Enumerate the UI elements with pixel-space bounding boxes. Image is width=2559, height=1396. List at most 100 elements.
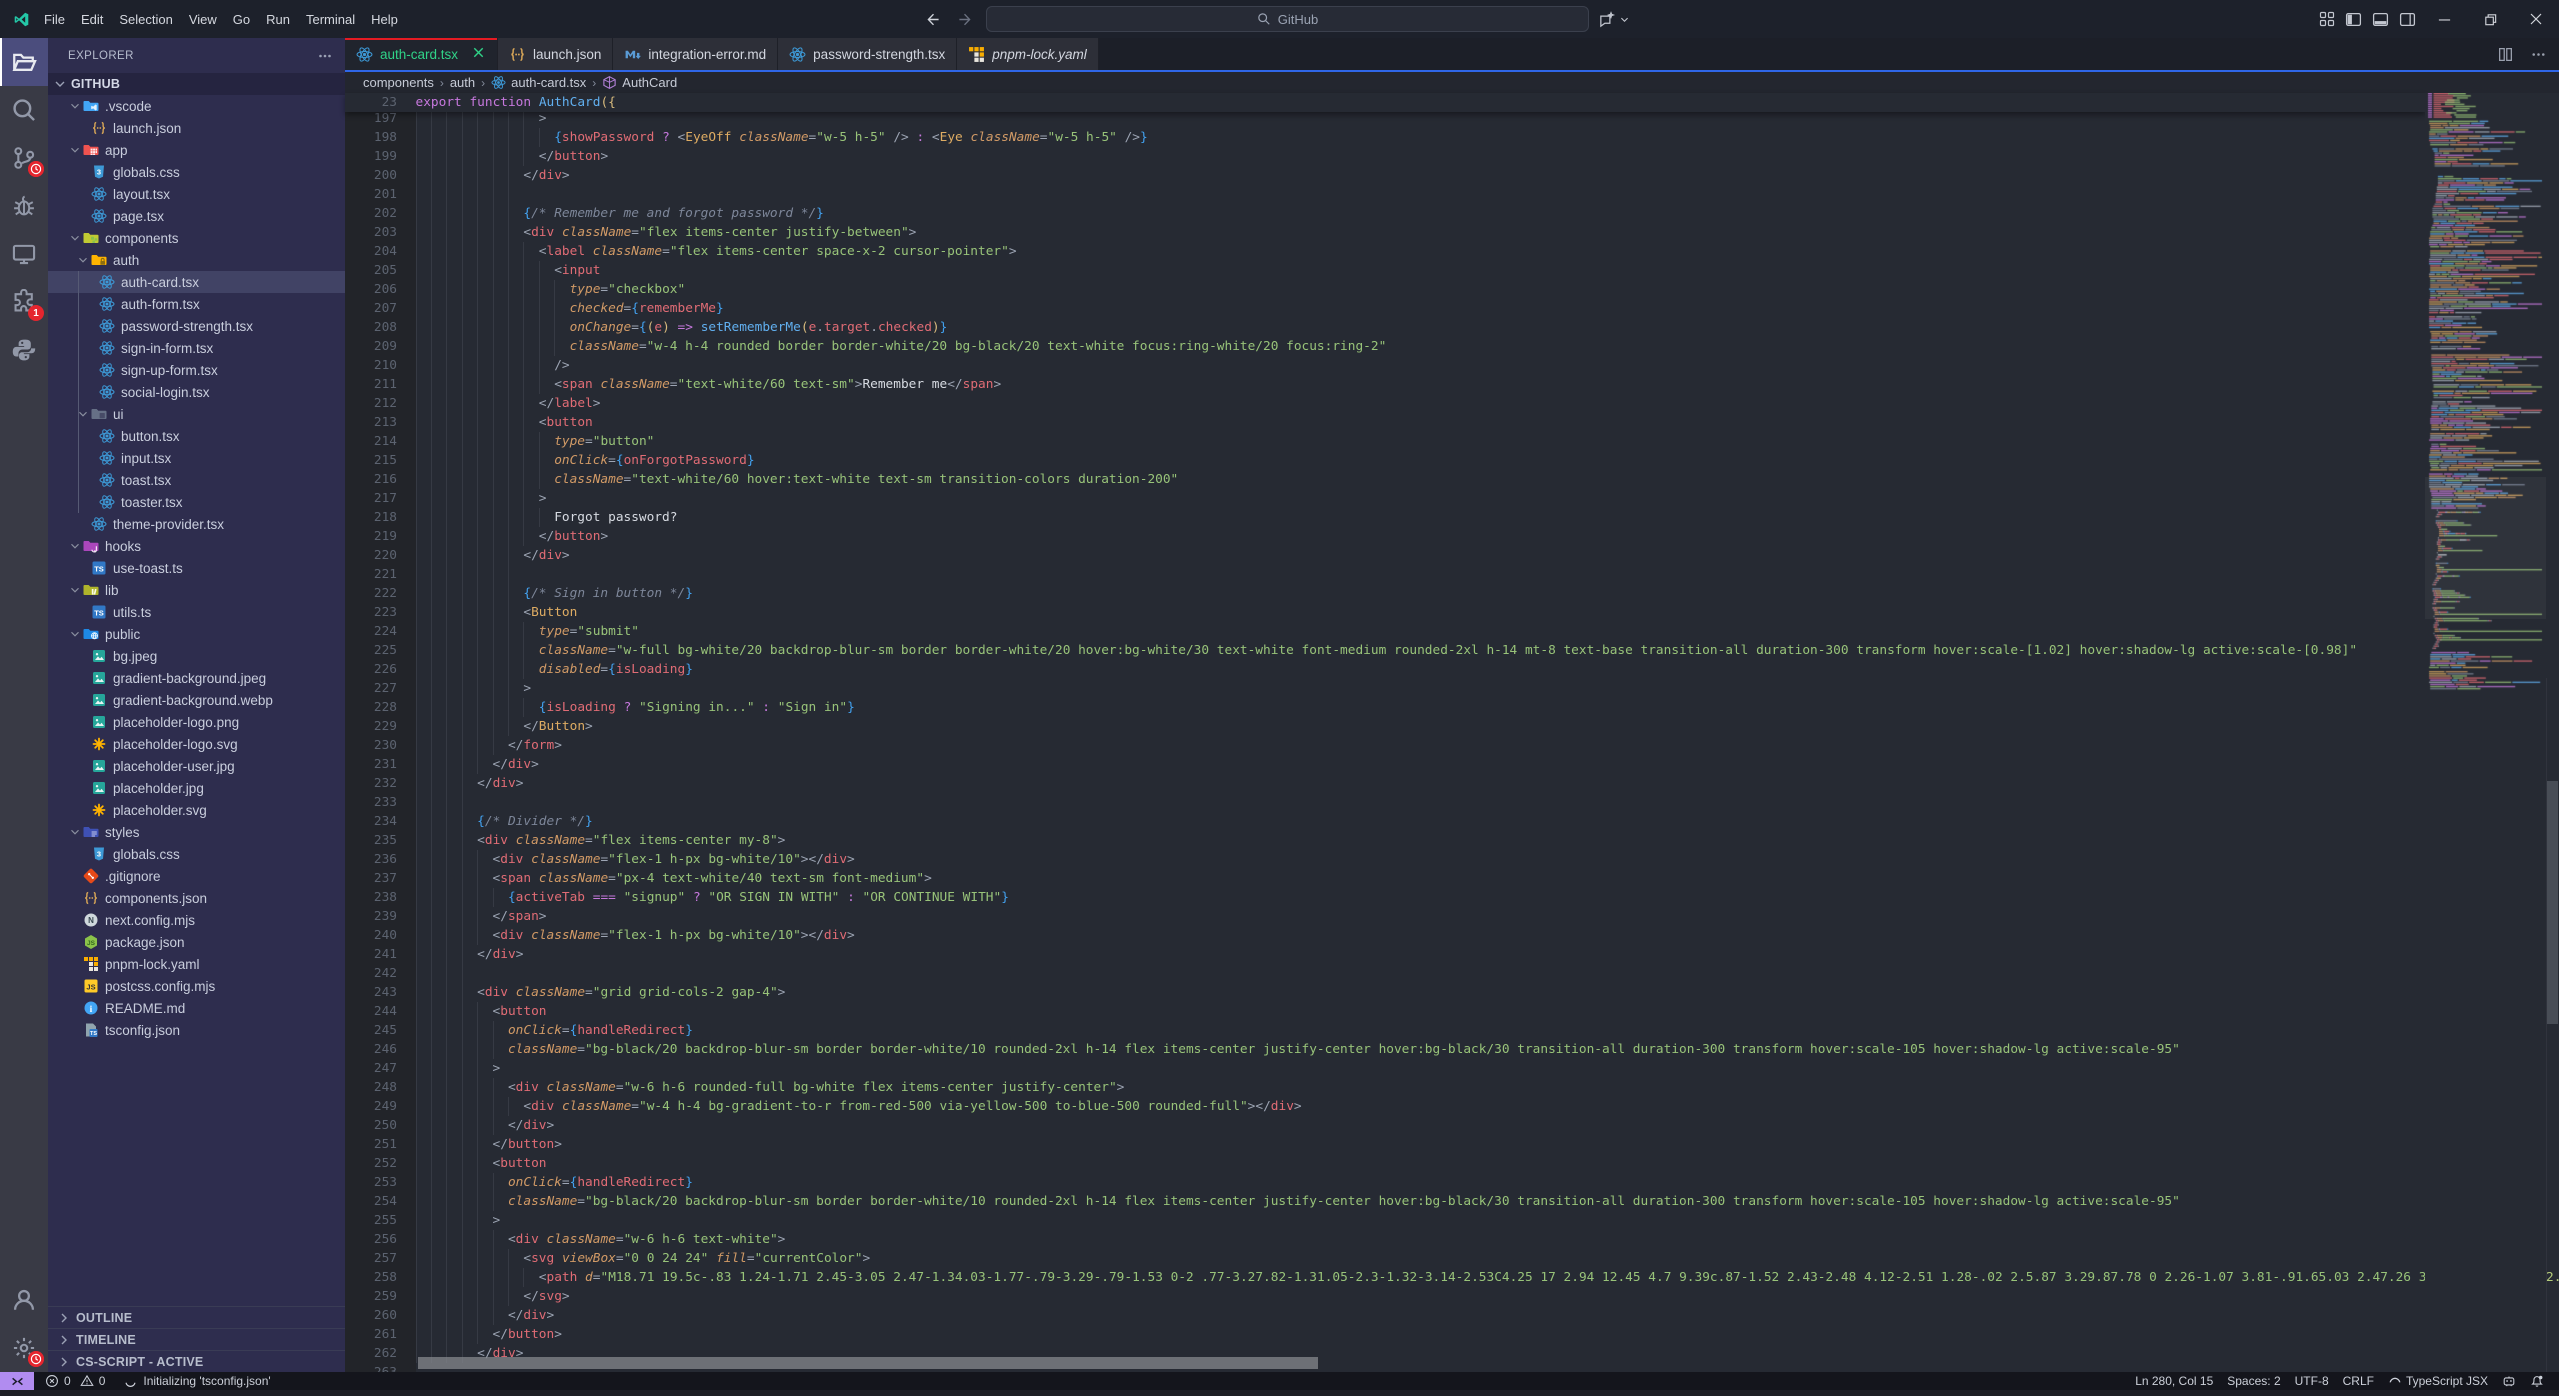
- toggle-sidebar-left-icon[interactable]: [2340, 0, 2367, 38]
- tree-item-button.tsx[interactable]: button.tsx: [48, 425, 345, 447]
- tree-item-layout.tsx[interactable]: layout.tsx: [48, 183, 345, 205]
- tree-item-lib[interactable]: lib: [48, 579, 345, 601]
- tree-item-placeholder-logo.svg[interactable]: placeholder-logo.svg: [48, 733, 345, 755]
- tree-item-readme.md[interactable]: iREADME.md: [48, 997, 345, 1019]
- tree-item-globals.css[interactable]: 3globals.css: [48, 843, 345, 865]
- breadcrumb-item-components[interactable]: components: [363, 75, 434, 90]
- sidebar-section-cs-script-active[interactable]: CS-SCRIPT - ACTIVE: [48, 1350, 345, 1372]
- tree-item-auth-card.tsx[interactable]: auth-card.tsx: [48, 271, 345, 293]
- nav-forward-icon[interactable]: [956, 11, 973, 28]
- breadcrumb-item-auth[interactable]: auth: [450, 75, 475, 90]
- tree-item-gradient-background.jpeg[interactable]: gradient-background.jpeg: [48, 667, 345, 689]
- nav-back-icon[interactable]: [925, 11, 942, 28]
- editor-more-actions-icon[interactable]: [2530, 46, 2547, 63]
- status-crlf[interactable]: CRLF: [2336, 1374, 2381, 1388]
- tree-item-hooks[interactable]: hooks: [48, 535, 345, 557]
- tree-item-toast.tsx[interactable]: toast.tsx: [48, 469, 345, 491]
- activity-item-explorer[interactable]: [0, 38, 48, 86]
- menu-go[interactable]: Go: [225, 0, 258, 38]
- tree-item-package.json[interactable]: JSpackage.json: [48, 931, 345, 953]
- menu-terminal[interactable]: Terminal: [298, 0, 363, 38]
- tree-item-launch.json[interactable]: launch.json: [48, 117, 345, 139]
- tree-item-globals.css[interactable]: 3globals.css: [48, 161, 345, 183]
- tree-item-auth-form.tsx[interactable]: auth-form.tsx: [48, 293, 345, 315]
- menu-selection[interactable]: Selection: [111, 0, 180, 38]
- tree-item-sign-in-form.tsx[interactable]: sign-in-form.tsx: [48, 337, 345, 359]
- menu-file[interactable]: File: [36, 0, 73, 38]
- status-bell-dot[interactable]: [2523, 1374, 2551, 1388]
- sidebar-section-timeline[interactable]: TIMELINE: [48, 1328, 345, 1350]
- tree-item-toaster.tsx[interactable]: toaster.tsx: [48, 491, 345, 513]
- activity-item-python[interactable]: [0, 326, 48, 374]
- tree-item-input.tsx[interactable]: input.tsx: [48, 447, 345, 469]
- activity-item-extensions[interactable]: 1: [0, 278, 48, 326]
- tree-item-public[interactable]: public: [48, 623, 345, 645]
- activity-item-search[interactable]: [0, 86, 48, 134]
- menu-help[interactable]: Help: [363, 0, 406, 38]
- tab-pnpm-lock.yaml[interactable]: pnpm-lock.yaml: [957, 38, 1099, 70]
- close-tab-icon[interactable]: [471, 45, 486, 63]
- status-ln-280-col-15[interactable]: Ln 280, Col 15: [2128, 1374, 2220, 1388]
- window-restore-button[interactable]: [2467, 0, 2513, 38]
- activity-item-accounts[interactable]: [0, 1276, 48, 1324]
- breadcrumb-item-auth-card.tsx[interactable]: auth-card.tsx: [491, 75, 586, 90]
- tab-password-strength.tsx[interactable]: password-strength.tsx: [778, 38, 957, 70]
- tree-item-gradient-background.webp[interactable]: gradient-background.webp: [48, 689, 345, 711]
- activity-item-remote-explorer[interactable]: [0, 230, 48, 278]
- status-utf-8[interactable]: UTF-8: [2288, 1374, 2336, 1388]
- tree-item-placeholder.svg[interactable]: placeholder.svg: [48, 799, 345, 821]
- command-center-search[interactable]: GitHub: [986, 6, 1589, 32]
- layout-grid-icon[interactable]: [2313, 0, 2340, 38]
- tree-item-page.tsx[interactable]: page.tsx: [48, 205, 345, 227]
- remote-indicator[interactable]: [0, 1372, 34, 1390]
- tree-item-sign-up-form.tsx[interactable]: sign-up-form.tsx: [48, 359, 345, 381]
- minimap-slider[interactable]: [2425, 477, 2546, 619]
- tree-item-app[interactable]: app: [48, 139, 345, 161]
- sidebar-section-outline[interactable]: OUTLINE: [48, 1306, 345, 1328]
- status-robot[interactable]: [2495, 1374, 2523, 1388]
- problems-indicator[interactable]: 0 0: [34, 1372, 112, 1390]
- tree-item-auth[interactable]: auth: [48, 249, 345, 271]
- tree-item-placeholder-user.jpg[interactable]: placeholder-user.jpg: [48, 755, 345, 777]
- breadcrumb-item-authcard[interactable]: AuthCard: [602, 75, 677, 90]
- tree-item-postcss.config.mjs[interactable]: JSpostcss.config.mjs: [48, 975, 345, 997]
- menu-edit[interactable]: Edit: [73, 0, 111, 38]
- tree-item-utils.ts[interactable]: TSutils.ts: [48, 601, 345, 623]
- activity-item-source-control[interactable]: [0, 134, 48, 182]
- tree-item-social-login.tsx[interactable]: social-login.tsx: [48, 381, 345, 403]
- more-actions-icon[interactable]: [317, 48, 333, 64]
- status-typescript-jsx[interactable]: TypeScript JSX: [2381, 1374, 2495, 1388]
- tree-item-components.json[interactable]: components.json: [48, 887, 345, 909]
- activity-item-settings[interactable]: [0, 1324, 48, 1372]
- window-close-button[interactable]: [2513, 0, 2559, 38]
- status-spaces-2[interactable]: Spaces: 2: [2220, 1374, 2287, 1388]
- tree-item-next.config.mjs[interactable]: Nnext.config.mjs: [48, 909, 345, 931]
- tree-item-styles[interactable]: styles: [48, 821, 345, 843]
- tree-item-placeholder-logo.png[interactable]: placeholder-logo.png: [48, 711, 345, 733]
- horizontal-scrollbar[interactable]: [418, 1357, 1318, 1369]
- tree-item-components[interactable]: components: [48, 227, 345, 249]
- sticky-scroll-line[interactable]: 23export function AuthCard({: [345, 93, 2425, 112]
- tree-item-use-toast.ts[interactable]: TSuse-toast.ts: [48, 557, 345, 579]
- tree-item-ui[interactable]: ui: [48, 403, 345, 425]
- tree-item-bg.jpeg[interactable]: bg.jpeg: [48, 645, 345, 667]
- vertical-scrollbar[interactable]: [2547, 781, 2558, 1024]
- tree-item-theme-provider.tsx[interactable]: theme-provider.tsx: [48, 513, 345, 535]
- split-editor-icon[interactable]: [2497, 46, 2514, 63]
- toggle-sidebar-right-icon[interactable]: [2394, 0, 2421, 38]
- code-viewport[interactable]: 197 >198 {showPassword ? <EyeOff classNa…: [345, 93, 2425, 1372]
- tree-item-password-strength.tsx[interactable]: password-strength.tsx: [48, 315, 345, 337]
- tree-item-tsconfig.json[interactable]: TStsconfig.json: [48, 1019, 345, 1041]
- tree-item-pnpm-lock.yaml[interactable]: pnpm-lock.yaml: [48, 953, 345, 975]
- tree-item-.gitignore[interactable]: .gitignore: [48, 865, 345, 887]
- tree-item-placeholder.jpg[interactable]: placeholder.jpg: [48, 777, 345, 799]
- minimap[interactable]: [2425, 93, 2546, 1372]
- toggle-panel-icon[interactable]: [2367, 0, 2394, 38]
- tab-auth-card.tsx[interactable]: auth-card.tsx: [345, 38, 498, 70]
- copilot-menu-button[interactable]: [1598, 0, 1630, 38]
- activity-item-debug[interactable]: [0, 182, 48, 230]
- explorer-section-github[interactable]: GITHUB: [48, 73, 345, 95]
- tab-integration-error.md[interactable]: integration-error.md: [613, 38, 778, 70]
- tree-item-.vscode[interactable]: .vscode: [48, 95, 345, 117]
- window-minimize-button[interactable]: [2421, 0, 2467, 38]
